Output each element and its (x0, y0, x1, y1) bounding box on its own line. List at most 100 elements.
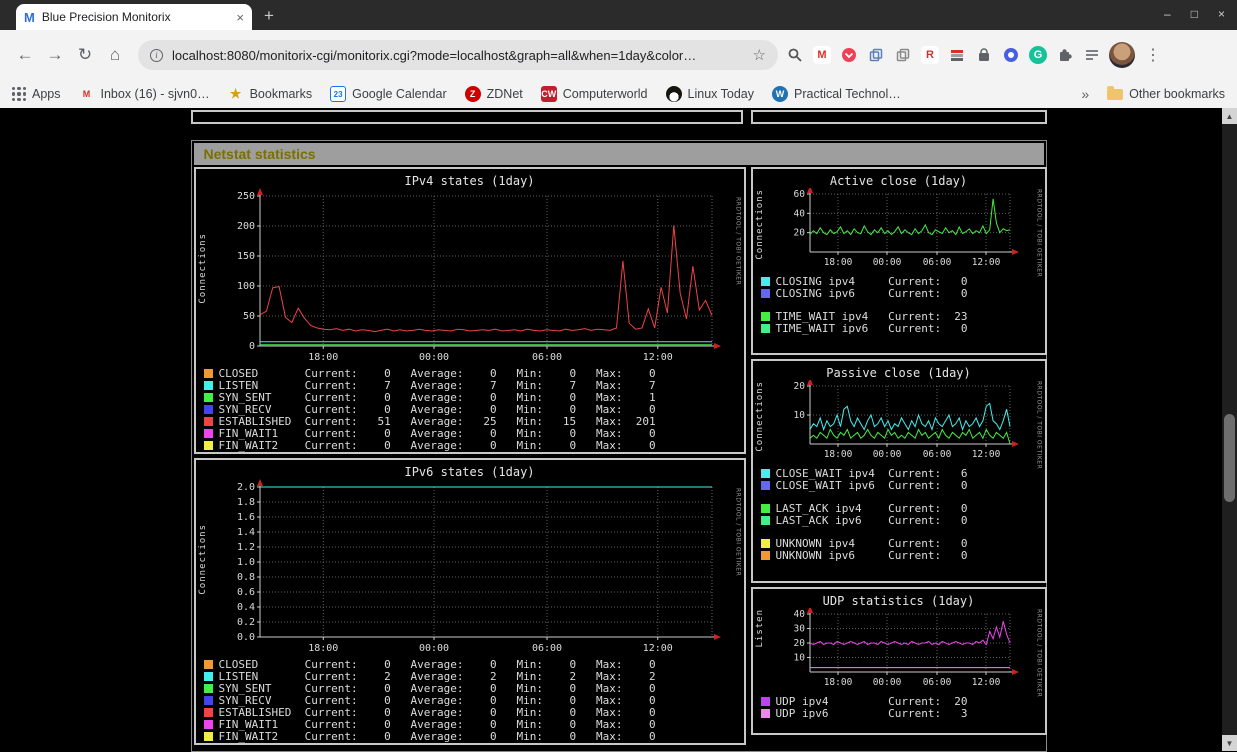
bookmark-bookmarks[interactable]: ★ Bookmarks (228, 86, 312, 102)
bookmark-google-calendar[interactable]: 23 Google Calendar (330, 86, 447, 102)
browser-tab[interactable]: M Blue Precision Monitorix × (16, 4, 252, 30)
bag-icon[interactable] (975, 46, 993, 64)
gmail-icon[interactable]: M (813, 46, 831, 64)
minimize-icon[interactable]: – (1164, 7, 1171, 21)
reload-icon[interactable]: ↻ (70, 40, 100, 70)
svg-text:18:00: 18:00 (823, 449, 852, 460)
bookmarks-bar: Apps M Inbox (16) - sjvn0… ★ Bookmarks 23 Goo… (0, 80, 1237, 108)
forward-icon[interactable]: → (40, 40, 70, 70)
svg-text:12:00: 12:00 (642, 643, 672, 654)
bookmark-computerworld[interactable]: CW Computerworld (540, 86, 648, 102)
copy-gray-icon[interactable] (894, 46, 912, 64)
apps-button[interactable]: Apps (12, 87, 61, 101)
svg-text:0: 0 (248, 341, 254, 352)
tab-close-icon[interactable]: × (236, 10, 244, 25)
chart-title: Passive close (1day) (826, 366, 971, 380)
rrdtool-credit: RRDTOOL / TOBI OETIKER (734, 488, 742, 577)
apps-grid-icon (12, 87, 26, 101)
loom-icon[interactable] (1002, 46, 1020, 64)
chart-plot[interactable]: 0 50 100 150 200 250 18:00 00:00 06:00 12:00 (197, 188, 743, 364)
svg-text:00:00: 00:00 (418, 643, 448, 654)
svg-text:12:00: 12:00 (971, 449, 1000, 460)
legend-swatch (203, 731, 213, 741)
legend-row: SYN_RECV Current: 0 Average: 0 Min: 0 Ma… (203, 403, 744, 416)
svg-text:1.4: 1.4 (236, 527, 254, 538)
legend-row: SYN_SENT Current: 0 Average: 0 Min: 0 Ma… (203, 391, 744, 404)
pocket-icon[interactable] (840, 46, 858, 64)
svg-text:1.2: 1.2 (236, 542, 254, 553)
section-title: Netstat statistics (193, 143, 1044, 165)
passive-close-graph[interactable]: Passive close (1day) Connections RRDTOOL… (750, 359, 1047, 583)
back-icon[interactable]: ← (10, 40, 40, 70)
bookmark-linux-today[interactable]: Linux Today (665, 86, 754, 102)
svg-text:30: 30 (793, 624, 805, 635)
svg-text:18:00: 18:00 (823, 677, 852, 688)
bookmark-star-icon[interactable]: ☆ (753, 46, 766, 64)
legend-swatch (203, 671, 213, 681)
svg-text:1.0: 1.0 (236, 557, 254, 568)
page-scrollbar[interactable]: ▲ ▼ (1222, 108, 1237, 751)
ipv6-states-graph[interactable]: IPv6 states (1day) Connections RRDTOOL /… (193, 458, 746, 745)
copy-blue-icon[interactable] (867, 46, 885, 64)
grammarly-icon[interactable]: G (1029, 46, 1047, 64)
chart-plot[interactable]: 0.0 0.2 0.4 0.6 0.8 1.0 1.2 1.4 1.6 1.8 2.0 18:00 00… (197, 479, 743, 655)
scroll-down-icon[interactable]: ▼ (1222, 735, 1237, 751)
maximize-icon[interactable]: □ (1191, 7, 1198, 21)
stack-icon[interactable] (948, 46, 966, 64)
svg-text:12:00: 12:00 (971, 677, 1000, 688)
new-tab-button[interactable]: + (264, 6, 274, 26)
svg-text:0.6: 0.6 (236, 587, 254, 598)
svg-text:00:00: 00:00 (872, 257, 901, 268)
legend-swatch (760, 311, 770, 321)
chart-plot[interactable]: 20 40 60 18:00 00:00 06:00 12:00 (754, 188, 1044, 272)
ipv4-states-graph[interactable]: IPv4 states (1day) Connections RRDTOOL /… (193, 167, 746, 454)
scrollbar-track[interactable] (1222, 124, 1237, 735)
legend-swatch (203, 683, 213, 693)
svg-text:0.2: 0.2 (236, 617, 254, 628)
chart-plot[interactable]: 10 20 18:00 00:00 06:00 12:00 (754, 380, 1044, 464)
profile-avatar[interactable] (1109, 42, 1135, 68)
legend-swatch (203, 380, 213, 390)
search-icon[interactable] (786, 46, 804, 64)
svg-text:0.8: 0.8 (236, 572, 254, 583)
svg-text:250: 250 (236, 191, 254, 202)
legend-swatch (203, 416, 213, 426)
extensions-puzzle-icon[interactable] (1056, 46, 1074, 64)
chart-title: IPv6 states (1day) (404, 465, 535, 479)
chart-legend: CLOSING ipv4 Current: 0 CLOSING ipv6 Curr… (753, 275, 1045, 335)
legend-row: LISTEN Current: 2 Average: 2 Min: 2 Max:… (203, 670, 744, 683)
svg-text:2.0: 2.0 (236, 482, 254, 493)
legend-swatch (760, 696, 770, 706)
legend-swatch (203, 719, 213, 729)
legend-swatch (760, 288, 770, 298)
bookmark-zdnet[interactable]: Z ZDNet (464, 86, 523, 102)
legend-swatch (760, 515, 770, 525)
legend-row: UDP ipv4 Current: 20 (760, 695, 1045, 708)
url-text[interactable]: localhost:8080/monitorix-cgi/monitorix.c… (172, 48, 753, 63)
other-bookmarks-button[interactable]: Other bookmarks (1107, 85, 1225, 101)
udp-statistics-graph[interactable]: UDP statistics (1day) Listen RRDTOOL / T… (750, 587, 1047, 735)
scroll-up-icon[interactable]: ▲ (1222, 108, 1237, 124)
page-info-icon[interactable]: i (150, 48, 163, 62)
browser-menu-icon[interactable]: ⋮ (1145, 45, 1161, 65)
bookmark-inbox[interactable]: M Inbox (16) - sjvn0… (79, 86, 210, 102)
bookmark-practical-technology[interactable]: W Practical Technol… (772, 86, 901, 102)
playlist-icon[interactable] (1083, 46, 1101, 64)
window-close-icon[interactable]: × (1218, 7, 1225, 21)
scrollbar-thumb[interactable] (1224, 414, 1235, 502)
svg-text:50: 50 (242, 311, 254, 322)
address-bar[interactable]: i localhost:8080/monitorix-cgi/monitorix… (138, 40, 778, 70)
svg-text:1.6: 1.6 (236, 512, 254, 523)
chart-plot[interactable]: 10 20 30 40 18:00 00:00 06:00 12:00 (754, 608, 1044, 692)
home-icon[interactable]: ⌂ (100, 40, 130, 70)
bookmarks-overflow-icon[interactable]: » (1081, 86, 1089, 102)
active-close-graph[interactable]: Active close (1day) Connections RRDTOOL … (750, 167, 1047, 355)
legend-swatch (203, 707, 213, 717)
bookmark-label: Inbox (16) - sjvn0… (100, 87, 210, 101)
chart-y-axis-label: Connections (754, 189, 765, 260)
svg-text:06:00: 06:00 (922, 677, 951, 688)
linux-today-favicon-icon (665, 86, 682, 102)
bookmark-label: Computerworld (562, 87, 648, 101)
reuters-icon[interactable]: R (921, 46, 939, 64)
rrdtool-credit: RRDTOOL / TOBI OETIKER (1035, 381, 1043, 470)
